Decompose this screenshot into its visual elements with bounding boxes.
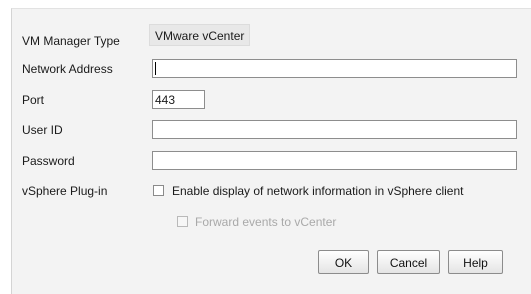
port-input[interactable]: 443 [152, 90, 205, 109]
password-input[interactable] [152, 151, 517, 170]
network-address-label: Network Address [22, 62, 113, 76]
user-id-input[interactable] [152, 120, 517, 139]
network-address-input[interactable] [152, 59, 517, 78]
forward-events-label[interactable]: Forward events to vCenter [195, 215, 336, 229]
user-id-label: User ID [22, 123, 63, 137]
forward-events-checkbox[interactable] [177, 216, 188, 227]
ok-button[interactable]: OK [318, 250, 369, 274]
port-label: Port [22, 93, 45, 107]
vm-manager-type-value: VMware vCenter [149, 24, 251, 46]
enable-display-label[interactable]: Enable display of network information in… [172, 184, 464, 198]
text-cursor [155, 62, 156, 75]
help-button[interactable]: Help [448, 250, 503, 274]
password-label: Password [22, 154, 75, 168]
enable-display-checkbox[interactable] [153, 185, 164, 196]
vm-manager-type-label: VM Manager Type [22, 34, 120, 48]
port-value: 443 [155, 93, 176, 107]
vsphere-plugin-label: vSphere Plug-in [22, 184, 108, 198]
cancel-button[interactable]: Cancel [377, 250, 440, 274]
